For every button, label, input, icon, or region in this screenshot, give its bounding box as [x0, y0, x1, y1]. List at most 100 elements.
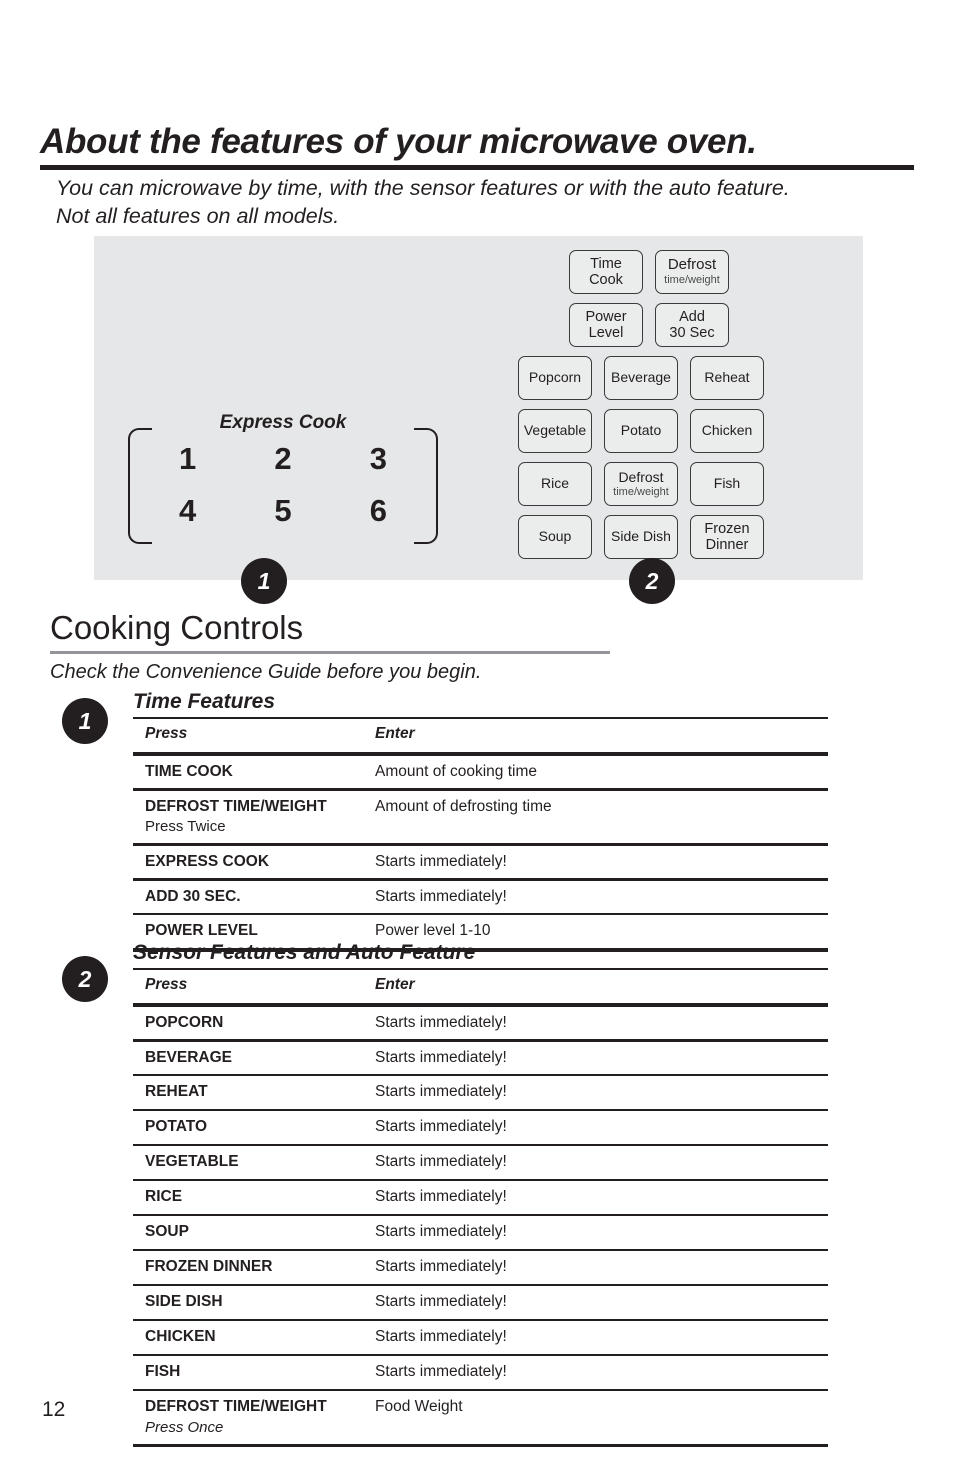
table-row: REHEAT Starts immediately! — [133, 1076, 828, 1109]
button-add-30-sec-label-1: Add — [679, 308, 705, 325]
express-key-2[interactable]: 2 — [274, 443, 291, 474]
cell-press-note: Press Twice — [145, 818, 226, 836]
cell-enter: Starts immediately! — [375, 1013, 507, 1031]
cell-press: SOUP — [145, 1223, 189, 1241]
title-divider — [40, 165, 914, 170]
cell-press: ADD 30 SEC. — [145, 887, 241, 905]
button-defrost-time-weight-bottom[interactable]: Defrost time/weight — [604, 462, 678, 506]
keypad-row-1: Time Cook Defrost time/weight — [518, 250, 808, 294]
cell-press: SIDE DISH — [145, 1293, 223, 1311]
button-reheat[interactable]: Reheat — [690, 356, 764, 400]
button-defrost-bottom-sublabel: time/weight — [613, 485, 669, 498]
express-key-5[interactable]: 5 — [274, 495, 291, 526]
table-row: FISH Starts immediately! — [133, 1356, 828, 1389]
column-header-enter: Enter — [375, 725, 415, 743]
button-reheat-label: Reheat — [704, 369, 750, 386]
cell-enter: Starts immediately! — [375, 852, 507, 870]
express-cook-group: Express Cook 1 2 3 4 5 6 — [128, 412, 438, 544]
button-chicken[interactable]: Chicken — [690, 409, 764, 453]
cell-enter: Amount of cooking time — [375, 762, 537, 780]
table-row: SIDE DISH Starts immediately! — [133, 1286, 828, 1319]
table-header-row: Press Enter — [133, 970, 828, 1003]
express-key-6[interactable]: 6 — [370, 495, 387, 526]
keypad-row-5: Rice Defrost time/weight Fish — [518, 462, 808, 506]
cell-press: TIME COOK — [145, 762, 233, 780]
cell-enter: Starts immediately! — [375, 1083, 507, 1101]
cell-enter: Starts immediately! — [375, 1188, 507, 1206]
button-side-dish-label: Side Dish — [611, 528, 671, 545]
button-chicken-label: Chicken — [701, 422, 753, 439]
cell-enter: Starts immediately! — [375, 1363, 507, 1381]
cell-enter: Starts immediately! — [375, 1223, 507, 1241]
button-fish[interactable]: Fish — [690, 462, 764, 506]
button-defrost-top-sublabel: time/weight — [664, 274, 720, 287]
cell-enter: Starts immediately! — [375, 887, 507, 905]
cell-press: EXPRESS COOK — [145, 852, 270, 870]
subtitle-line-2: Not all features on all models. — [56, 204, 340, 229]
button-defrost-bottom-label: Defrost — [618, 468, 664, 485]
table-row: EXPRESS COOK Starts immediately! — [133, 846, 828, 879]
cell-press: FISH — [145, 1363, 181, 1381]
feature-keypad: Time Cook Defrost time/weight Power Leve… — [518, 250, 808, 568]
cooking-controls-title: Cooking Controls — [50, 609, 304, 646]
keypad-row-6: Soup Side Dish Frozen Dinner — [518, 515, 808, 559]
express-cook-label: Express Cook — [219, 412, 347, 433]
control-panel-diagram: Express Cook 1 2 3 4 5 6 Time Cook Defro… — [94, 236, 863, 580]
cell-press: POWER LEVEL — [145, 922, 258, 940]
cell-enter: Starts immediately! — [375, 1048, 507, 1066]
cell-press: CHICKEN — [145, 1328, 216, 1346]
table-row: POTATO Starts immediately! — [133, 1111, 828, 1144]
cell-press-note: Press Once — [145, 1418, 224, 1436]
button-defrost-top-label: Defrost — [667, 256, 717, 274]
button-popcorn[interactable]: Popcorn — [518, 356, 592, 400]
cell-press: POPCORN — [145, 1013, 224, 1031]
sensor-features-table: Sensor Features and Auto Feature Press E… — [133, 941, 828, 1448]
button-rice-label: Rice — [540, 475, 569, 492]
cell-press: DEFROST TIME/WEIGHT Press Twice — [145, 797, 375, 838]
table-row: DEFROST TIME/WEIGHT Press Once Food Weight — [133, 1391, 828, 1444]
cell-enter: Starts immediately! — [375, 1293, 507, 1311]
cell-press: POTATO — [145, 1118, 207, 1136]
cell-press: DEFROST TIME/WEIGHT Press Once — [145, 1397, 375, 1438]
express-key-1[interactable]: 1 — [179, 443, 196, 474]
table-row: FROZEN DINNER Starts immediately! — [133, 1251, 828, 1284]
table-header-row: Press Enter — [133, 719, 828, 752]
express-key-3[interactable]: 3 — [370, 443, 387, 474]
column-header-press: Press — [145, 976, 188, 994]
column-header-press: Press — [145, 725, 188, 743]
button-power-level[interactable]: Power Level — [569, 303, 643, 347]
button-add-30-sec-label-2: 30 Sec — [669, 325, 715, 341]
button-soup[interactable]: Soup — [518, 515, 592, 559]
keypad-row-3: Popcorn Beverage Reheat — [518, 356, 808, 400]
button-side-dish[interactable]: Side Dish — [604, 515, 678, 559]
cell-press: REHEAT — [145, 1083, 208, 1101]
cell-enter: Starts immediately! — [375, 1258, 507, 1276]
cell-enter: Starts immediately! — [375, 1328, 507, 1346]
cell-enter: Starts immediately! — [375, 1153, 507, 1171]
page-subtitle: You can microwave by time, with the sens… — [56, 174, 916, 231]
table-row: BEVERAGE Starts immediately! — [133, 1042, 828, 1075]
express-key-4[interactable]: 4 — [179, 495, 196, 526]
button-time-cook[interactable]: Time Cook — [569, 250, 643, 294]
button-fish-label: Fish — [713, 475, 741, 492]
table-row: ADD 30 SEC. Starts immediately! — [133, 881, 828, 914]
button-vegetable-label: Vegetable — [523, 422, 587, 439]
cell-enter: Power level 1-10 — [375, 922, 491, 940]
button-beverage[interactable]: Beverage — [604, 356, 678, 400]
button-frozen-dinner-label-1: Frozen — [704, 520, 750, 537]
button-potato[interactable]: Potato — [604, 409, 678, 453]
table-row: POPCORN Starts immediately! — [133, 1007, 828, 1040]
table-row: RICE Starts immediately! — [133, 1181, 828, 1214]
table-row: SOUP Starts immediately! — [133, 1216, 828, 1249]
button-vegetable[interactable]: Vegetable — [518, 409, 592, 453]
button-frozen-dinner[interactable]: Frozen Dinner — [690, 515, 764, 559]
button-time-cook-label-1: Time — [590, 255, 622, 272]
column-header-enter: Enter — [375, 976, 415, 994]
button-rice[interactable]: Rice — [518, 462, 592, 506]
button-potato-label: Potato — [620, 422, 662, 439]
table-rule — [133, 1443, 828, 1448]
cell-press: VEGETABLE — [145, 1153, 239, 1171]
button-add-30-sec[interactable]: Add 30 Sec — [655, 303, 729, 347]
button-defrost-time-weight-top[interactable]: Defrost time/weight — [655, 250, 729, 294]
cell-enter: Starts immediately! — [375, 1118, 507, 1136]
